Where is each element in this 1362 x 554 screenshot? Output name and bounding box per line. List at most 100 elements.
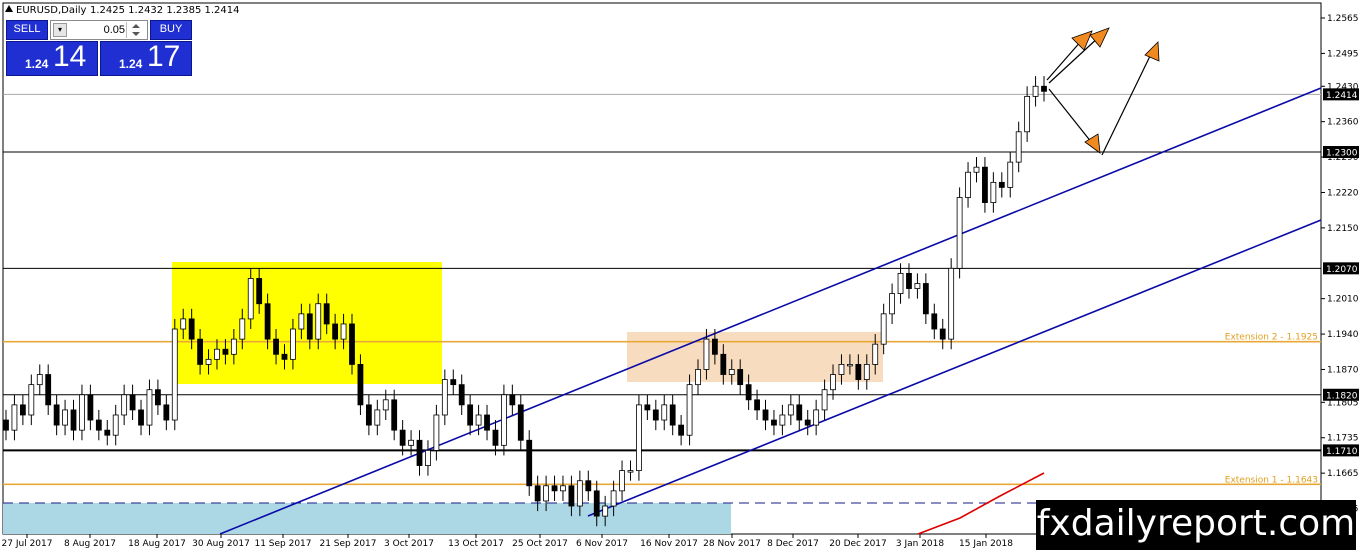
candle-body [180, 318, 187, 330]
candle-body [70, 409, 77, 431]
candle-body [247, 278, 254, 320]
candle-body [425, 449, 431, 466]
candle-body [87, 394, 94, 421]
candlesticks [3, 76, 1047, 527]
arrowhead-4 [1144, 41, 1160, 62]
buy-price-prefix: 1.24 [119, 57, 143, 71]
candle-body [95, 419, 102, 431]
level-tag-label: 1.2414 [1326, 91, 1358, 101]
price-tick-label: 1.2150 [1327, 224, 1359, 234]
sell-button[interactable]: SELL [6, 20, 48, 40]
candle-body [1032, 85, 1039, 97]
time-tick-label: 30 Aug 2017 [192, 539, 250, 549]
level-price-tag: 1.2300 [1323, 146, 1359, 159]
time-tick-label: 20 Dec 2017 [829, 539, 887, 549]
candle-body [678, 424, 685, 436]
sell-price-prefix: 1.24 [25, 57, 49, 71]
level-tag-label: 1.1710 [1326, 447, 1358, 457]
candle-body [804, 419, 811, 426]
candle-body [990, 181, 997, 203]
candle-body [214, 348, 220, 360]
candle-body [619, 470, 625, 492]
candle-body [450, 379, 457, 386]
price-chart[interactable]: Extension 2 - 1.1925 Extension 1 - 1.1643… [0, 0, 1362, 554]
lot-spinner[interactable] [126, 22, 145, 38]
candle-body [956, 197, 963, 269]
candle-body [728, 369, 735, 375]
candle-body [475, 414, 482, 426]
candle-body [863, 364, 870, 380]
candle-body [357, 364, 364, 406]
candle-body [399, 429, 406, 446]
candle-body [1007, 161, 1014, 188]
buy-price-quote[interactable]: 1.24 17 [100, 40, 192, 76]
level-tag-label: 1.2300 [1326, 149, 1358, 159]
candle-body [484, 414, 490, 431]
candle-body [264, 303, 271, 340]
one-click-trading-panel: SELL ▾ BUY 1.24 14 1.24 17 [6, 20, 192, 76]
candle-body [323, 303, 330, 325]
time-tick-label: 13 Oct 2017 [448, 539, 504, 549]
candle-body [36, 374, 43, 386]
chart-menu-icon[interactable] [5, 5, 13, 12]
candle-body [492, 429, 499, 446]
price-tick-label: 1.2360 [1327, 118, 1359, 128]
candle-body [1024, 95, 1031, 133]
level-tag-label: 1.2070 [1326, 265, 1358, 275]
buy-button[interactable]: BUY [150, 20, 192, 40]
candle-body [171, 328, 178, 421]
spinner-arrows-icon [132, 24, 140, 36]
candle-body [501, 394, 507, 446]
candle-body [155, 389, 161, 406]
candle-body [543, 485, 549, 502]
candle-body [602, 505, 609, 517]
candle-body [340, 323, 347, 340]
candle-body [104, 429, 111, 436]
lot-size-input[interactable] [69, 22, 125, 38]
candle-body [965, 171, 971, 198]
candle-body [146, 389, 153, 426]
candle-body [914, 283, 921, 289]
candle-body [610, 490, 617, 507]
candle-body [880, 313, 887, 345]
chart-window: Extension 2 - 1.1925 Extension 1 - 1.1643… [0, 0, 1362, 554]
candle-body [534, 485, 541, 502]
candle-body [3, 419, 9, 431]
candle-body [374, 409, 381, 426]
candle-body [45, 374, 52, 406]
candle-body [188, 318, 195, 340]
candle-body [821, 389, 828, 411]
candle-body [838, 364, 845, 375]
candle-body [703, 338, 710, 370]
candle-body [636, 404, 642, 472]
time-tick-label: 27 Jul 2017 [2, 539, 53, 549]
candle-body [19, 404, 26, 416]
candle-body [112, 414, 119, 436]
price-tick-label: 1.1870 [1327, 365, 1359, 375]
time-axis: 27 Jul 2017 8 Aug 2017 18 Aug 2017 30 Aug 2… [2, 534, 1013, 549]
level-tag-label: 1.1820 [1326, 391, 1358, 401]
candle-body [222, 348, 229, 355]
sell-price-pips: 14 [53, 40, 87, 73]
candle-body [695, 369, 701, 386]
candle-body [686, 384, 693, 436]
candle-body [897, 272, 904, 295]
time-tick-label: 11 Sep 2017 [254, 539, 311, 549]
candle-body [290, 328, 296, 360]
time-tick-label: 28 Nov 2017 [703, 539, 761, 549]
sell-price-quote[interactable]: 1.24 14 [6, 40, 98, 76]
price-tick-label: 1.2495 [1327, 49, 1359, 59]
forecast-arrows [1046, 27, 1160, 156]
time-tick-label: 15 Jan 2018 [959, 539, 1013, 549]
candle-body [526, 439, 533, 487]
lot-dropdown-icon[interactable]: ▾ [53, 23, 67, 37]
candle-body [939, 328, 946, 340]
candle-body [28, 384, 35, 416]
candle-body [872, 343, 879, 365]
candle-body [922, 283, 929, 315]
candle-body [593, 490, 600, 517]
candle-body [720, 353, 727, 375]
time-tick-label: 6 Nov 2017 [576, 539, 628, 549]
forecast-arrow-2 [1048, 35, 1101, 84]
price-tick-label: 1.1940 [1327, 330, 1359, 340]
